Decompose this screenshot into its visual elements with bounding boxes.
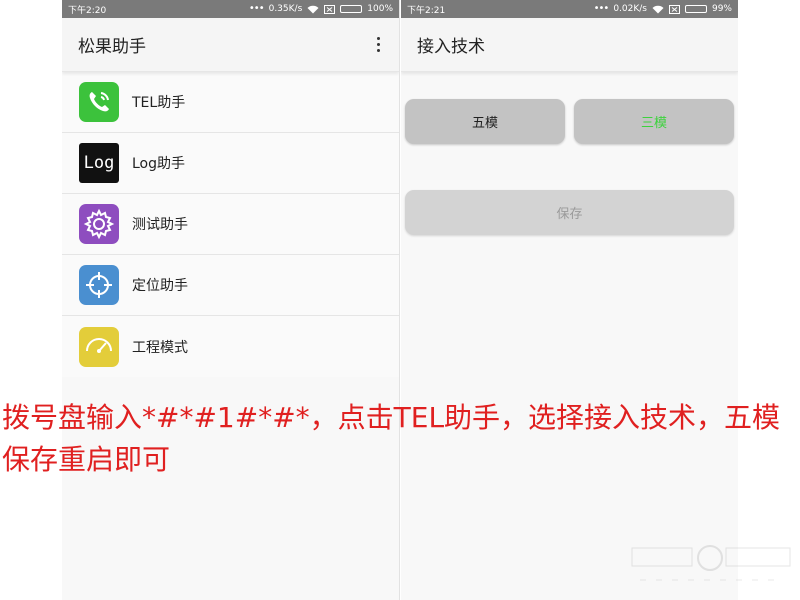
battery-icon <box>340 5 363 13</box>
battery-icon <box>684 5 707 13</box>
annotation-line-2: 保存重启即可 <box>2 443 171 476</box>
battery-percent: 100% <box>367 4 393 14</box>
list-item-tel[interactable]: TEL助手 <box>62 72 399 133</box>
network-speed: 0.35K/s <box>268 4 303 14</box>
list-item-label: 定位助手 <box>132 278 188 294</box>
list-item-label: TEL助手 <box>132 95 186 111</box>
watermark-graphic <box>631 545 791 581</box>
sim-off-icon <box>324 4 336 14</box>
wifi-icon <box>652 5 664 13</box>
log-icon: Log <box>79 143 119 183</box>
status-indicators: ••• 0.02K/s 99% <box>593 3 732 15</box>
five-mode-button[interactable]: 五模 <box>405 99 565 144</box>
annotation-line-1: 拨号盘输入*#*#1#*#*，点击TEL助手，选择接入技术，五模 <box>2 401 781 434</box>
more-dots-icon: ••• <box>593 3 610 14</box>
app-title: 松果助手 <box>78 37 146 57</box>
list-item-location[interactable]: 定位助手 <box>62 255 399 316</box>
app-bar: 松果助手 <box>62 18 399 72</box>
status-time: 下午2:20 <box>68 5 107 16</box>
instruction-annotation: 拨号盘输入*#*#1#*#*，点击TEL助手，选择接入技术，五模 保存重启即可 <box>2 397 800 481</box>
phone-icon <box>79 82 119 122</box>
app-bar: 接入技术 <box>401 18 738 72</box>
wifi-icon <box>307 5 319 13</box>
status-bar: 下午2:20 ••• 0.35K/s 100% <box>62 0 399 18</box>
more-dots-icon: ••• <box>248 3 265 14</box>
crosshair-icon <box>79 265 119 305</box>
page-title: 接入技术 <box>417 37 485 57</box>
list-item-label: 工程模式 <box>132 339 188 356</box>
network-speed: 0.02K/s <box>613 4 647 14</box>
overflow-menu-icon[interactable] <box>371 35 385 55</box>
list-item-label: Log助手 <box>132 156 186 172</box>
watermark-logo <box>630 540 795 590</box>
assistant-list: TEL助手 Log Log助手 测试助手 定位助手 工程模式 <box>62 72 399 377</box>
log-icon-text: Log <box>83 153 115 173</box>
status-bar: 下午2:21 ••• 0.02K/s 99% <box>401 0 738 18</box>
status-time: 下午2:21 <box>407 5 446 16</box>
list-item-test[interactable]: 测试助手 <box>62 194 399 255</box>
access-tech-options: 五模 三模 <box>401 99 738 144</box>
status-indicators: ••• 0.35K/s 100% <box>248 3 393 15</box>
list-item-label: 测试助手 <box>132 217 188 233</box>
list-item-log[interactable]: Log Log助手 <box>62 133 399 194</box>
three-mode-button[interactable]: 三模 <box>574 99 734 144</box>
battery-percent: 99% <box>711 4 732 14</box>
gauge-icon <box>79 326 119 367</box>
list-item-engineering[interactable]: 工程模式 <box>62 316 399 377</box>
right-phone-screen: 下午2:21 ••• 0.02K/s 99% 接入技术 五模 三模 保存 <box>401 0 738 600</box>
gear-icon <box>79 204 119 244</box>
sim-off-icon <box>668 4 680 14</box>
left-phone-screen: 下午2:20 ••• 0.35K/s 100% 松果助手 TEL助手 Log L… <box>62 0 400 600</box>
save-button[interactable]: 保存 <box>405 190 734 235</box>
